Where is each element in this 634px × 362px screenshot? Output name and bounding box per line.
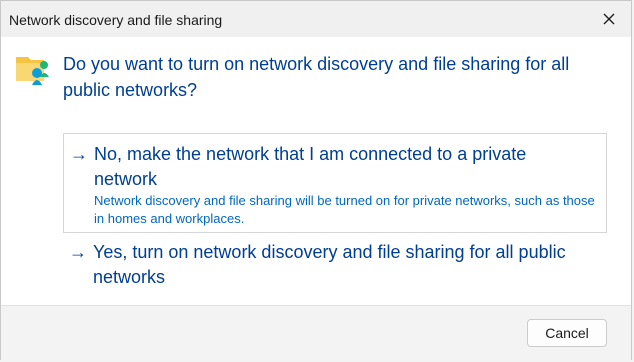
option-public-networks[interactable]: → Yes, turn on network discovery and fil… [63, 232, 607, 298]
cancel-button[interactable]: Cancel [527, 319, 607, 347]
window-title: Network discovery and file sharing [9, 12, 223, 28]
option-private-network-description: Network discovery and file sharing will … [94, 193, 595, 226]
option-public-networks-title: Yes, turn on network discovery and file … [93, 242, 566, 287]
main-question: Do you want to turn on network discovery… [63, 54, 570, 100]
option-private-network-title: No, make the network that I am connected… [94, 144, 527, 189]
close-button[interactable] [597, 7, 621, 31]
option-private-network[interactable]: → No, make the network that I am connect… [63, 133, 607, 233]
title-bar: Network discovery and file sharing [1, 1, 631, 37]
network-folder-icon [16, 57, 49, 85]
close-icon [603, 13, 615, 25]
dialog-footer: Cancel [1, 305, 631, 361]
arrow-right-icon: → [70, 144, 88, 164]
dialog-window: Network discovery and file sharing Do yo… [0, 0, 632, 361]
arrow-right-icon: → [69, 242, 87, 262]
